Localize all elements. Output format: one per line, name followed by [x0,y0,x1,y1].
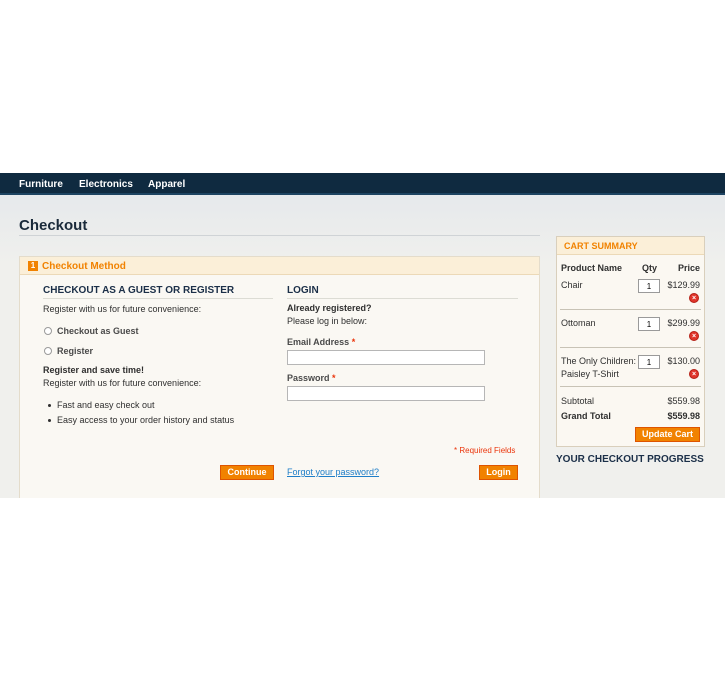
checkout-as-guest-label[interactable]: Checkout as Guest [57,326,139,336]
subtotal-label: Subtotal [561,396,595,406]
remove-item-icon[interactable]: × [689,331,699,341]
required-mark: * [332,373,336,383]
cart-item-name: The Only Children: Paisley T-Shirt [561,356,637,379]
grand-total-value: $559.98 [667,411,700,421]
main-content: Checkout 1 Checkout Method CHECKOUT AS A… [0,195,725,498]
password-label: Password * [287,373,336,383]
login-button[interactable]: Login [479,465,518,480]
cart-item-qty-input[interactable] [638,317,660,331]
cart-row-divider [560,347,701,348]
remove-item-icon[interactable]: × [689,293,699,303]
cart-summary-title: CART SUMMARY [564,241,638,251]
email-input[interactable] [287,350,485,365]
email-label-text: Email Address [287,337,350,347]
cart-row-divider [560,386,701,387]
please-login-text: Please log in below: [287,316,368,326]
guest-heading-divider [43,298,273,299]
page-title: Checkout [19,217,88,234]
password-label-text: Password [287,373,330,383]
title-divider [19,235,540,236]
forgot-password-link[interactable]: Forgot your password? [287,467,379,477]
cart-item-price: $299.99 [667,318,700,328]
cart-row-divider [560,309,701,310]
cart-col-product-name: Product Name [561,263,623,273]
cart-summary: CART SUMMARY Product Name Qty Price Chai… [556,236,705,447]
cart-summary-header: CART SUMMARY [557,237,704,255]
nav-item-electronics[interactable]: Electronics [79,179,133,190]
checkout-screen: Furniture Electronics Apparel Checkout 1… [0,173,725,498]
required-mark: * [351,337,356,347]
bullet-icon [48,404,51,407]
already-registered-text: Already registered? [287,303,372,313]
guest-intro-text: Register with us for future convenience: [43,304,202,314]
password-input[interactable] [287,386,485,401]
checkout-progress-title: YOUR CHECKOUT PROGRESS [556,454,704,465]
cart-col-price: Price [678,263,701,273]
login-heading-divider [287,298,518,299]
step-header[interactable]: 1 Checkout Method [20,257,539,275]
grand-total-label: Grand Total [561,411,611,421]
nav-item-apparel[interactable]: Apparel [148,179,185,190]
email-label: Email Address * [287,337,355,347]
save-time-heading: Register and save time! [43,365,145,375]
cart-item-qty-input[interactable] [638,279,660,293]
step-title: Checkout Method [42,261,126,272]
subtotal-value: $559.98 [667,396,700,406]
continue-button[interactable]: Continue [220,465,274,480]
top-nav: Furniture Electronics Apparel [0,173,725,195]
cart-item-name: Chair [561,280,583,290]
save-time-text: Register with us for future convenience: [43,378,202,388]
nav-item-furniture[interactable]: Furniture [19,179,63,190]
checkout-as-guest-radio[interactable] [44,327,52,335]
step-number-badge: 1 [28,261,38,271]
remove-item-icon[interactable]: × [689,369,699,379]
update-cart-button[interactable]: Update Cart [635,427,700,442]
cart-item-qty-input[interactable] [638,355,660,369]
bullet-icon [48,419,51,422]
register-label[interactable]: Register [57,346,93,356]
benefit-item: Easy access to your order history and st… [57,415,235,425]
required-fields-note: * Required Fields [454,446,516,455]
checkout-method-step: 1 Checkout Method CHECKOUT AS A GUEST OR… [19,256,540,498]
login-heading: LOGIN [287,285,319,296]
guest-register-heading: CHECKOUT AS A GUEST OR REGISTER [43,285,235,296]
cart-item-name: Ottoman [561,318,596,328]
benefit-item: Fast and easy check out [57,400,155,410]
cart-item-price: $129.99 [667,280,700,290]
register-radio[interactable] [44,347,52,355]
cart-item-price: $130.00 [667,356,700,366]
cart-col-qty: Qty [642,263,658,273]
